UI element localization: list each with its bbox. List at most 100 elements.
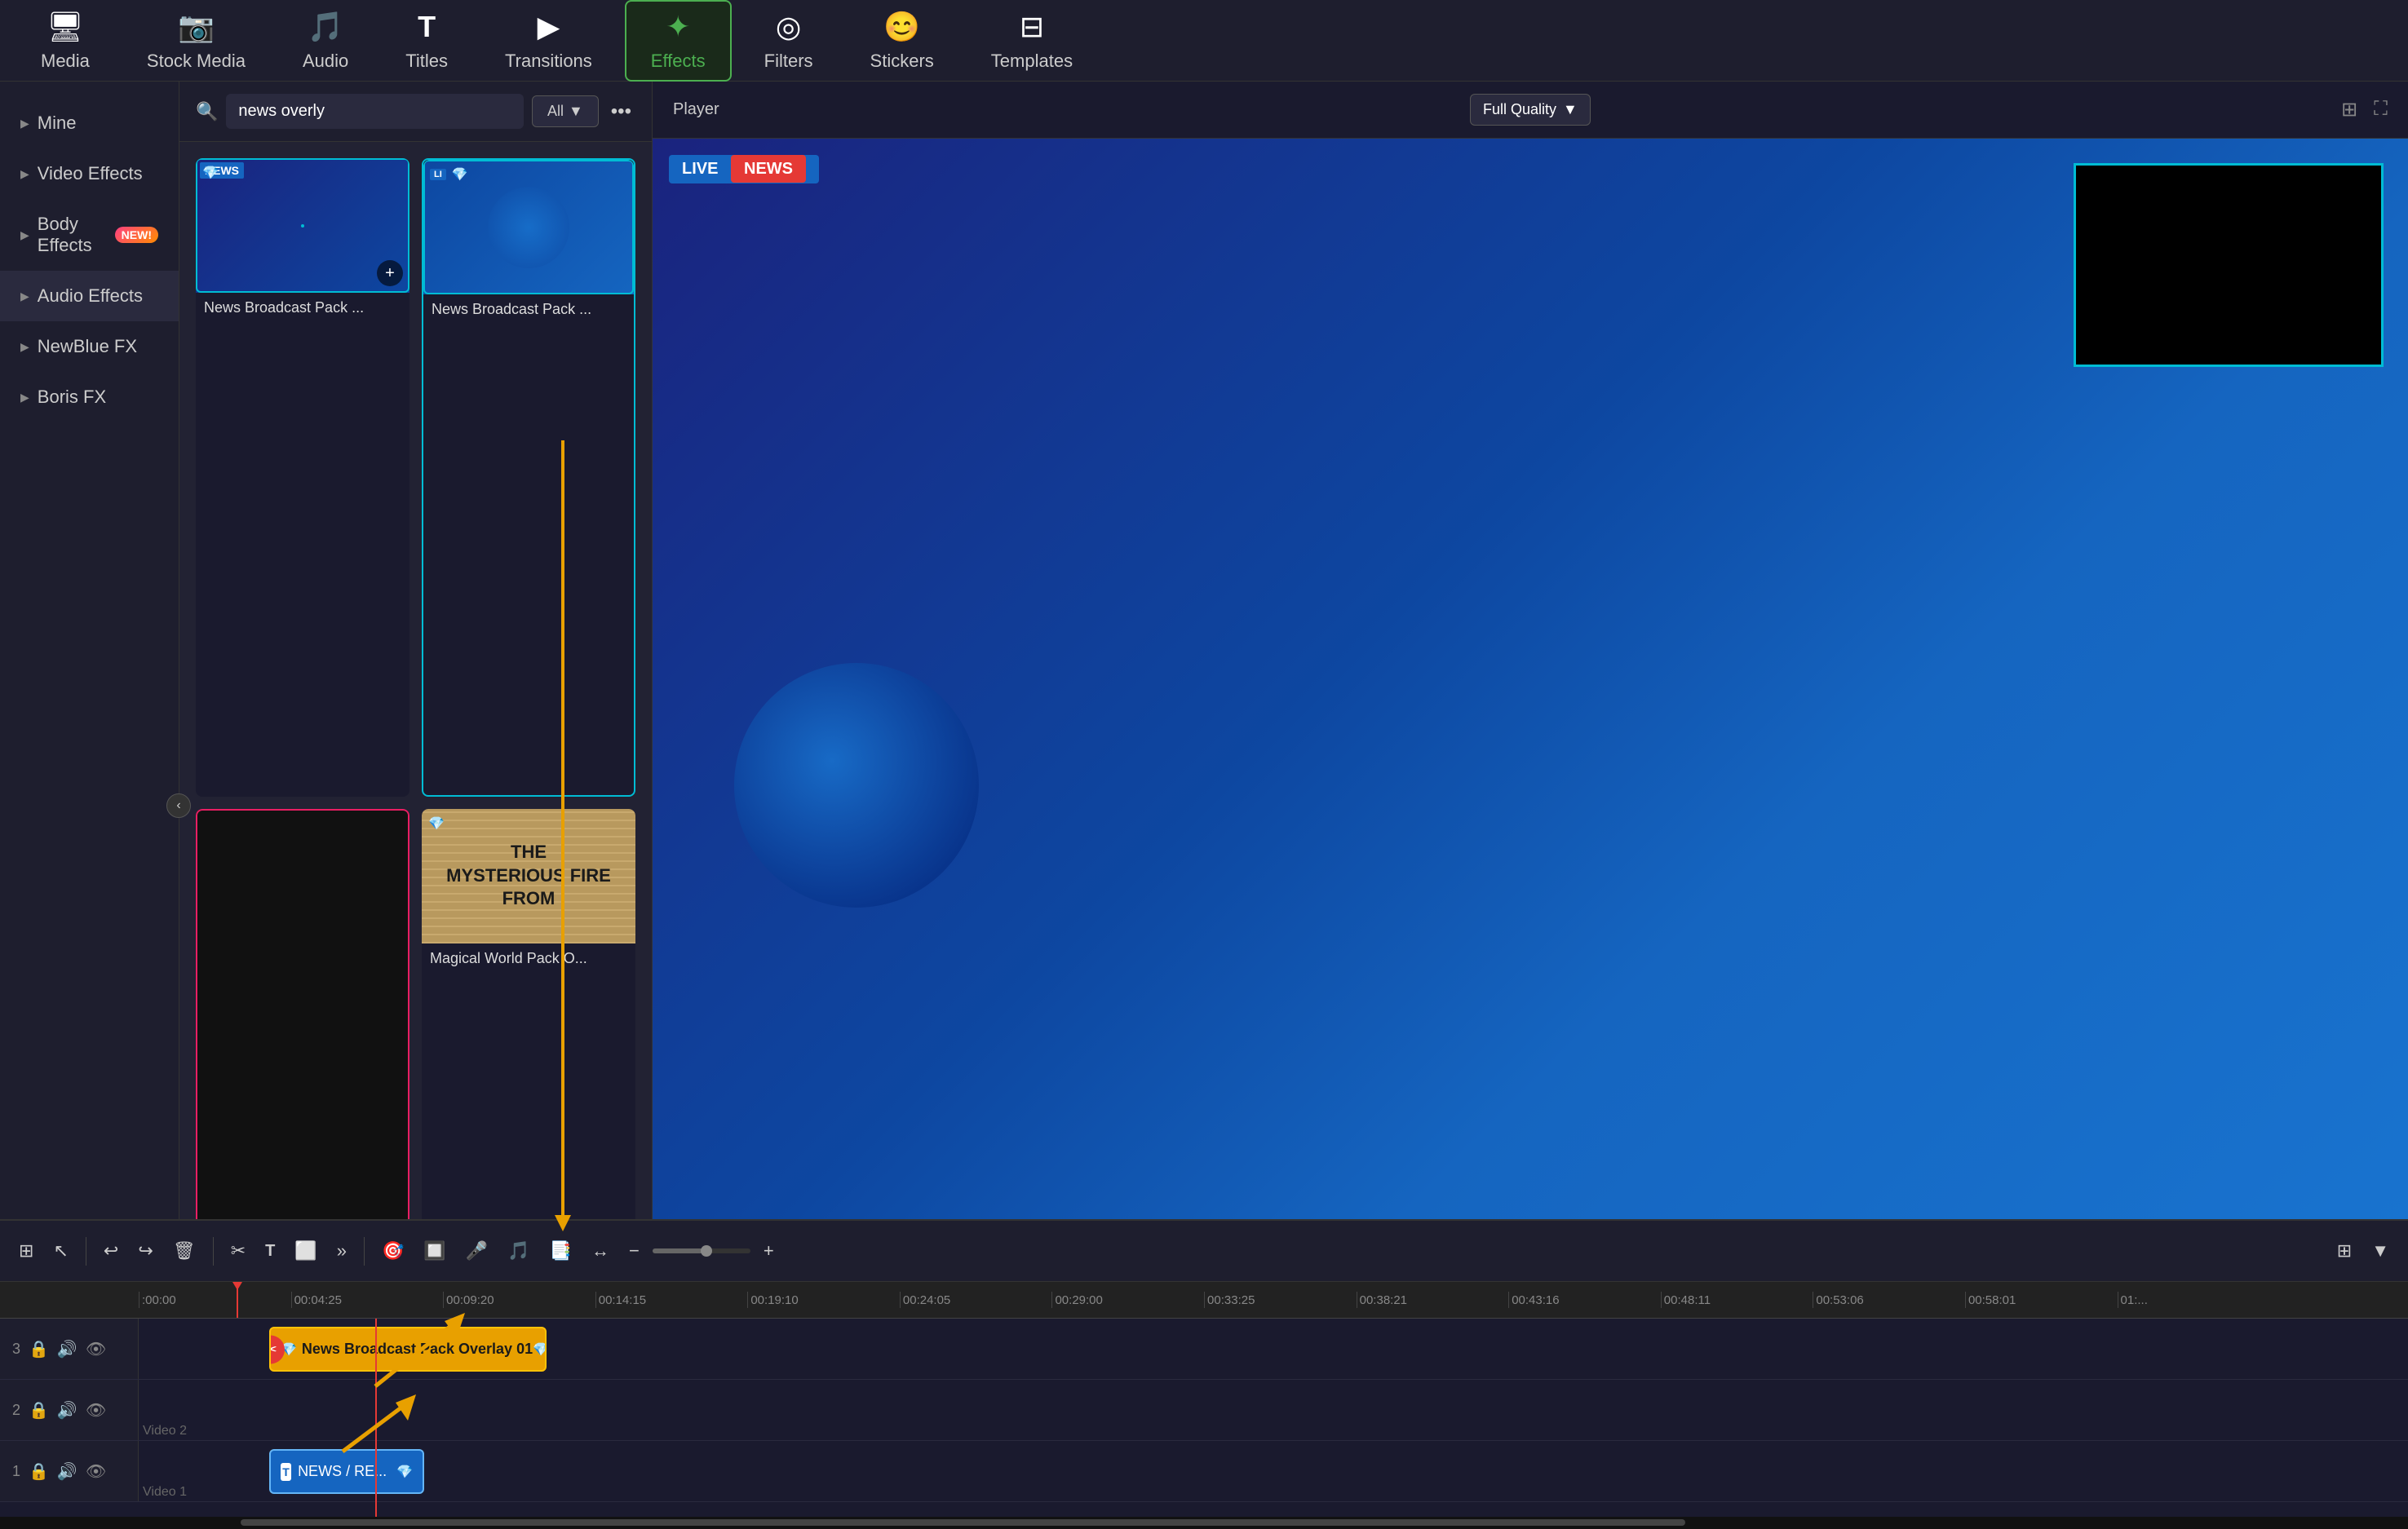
expand-button[interactable]: ▼ — [2365, 1236, 2396, 1266]
ruler-mark-12: 00:58:01 — [1965, 1292, 2118, 1308]
filter-button[interactable]: All ▼ — [532, 95, 599, 127]
player-label: Player — [673, 100, 719, 119]
more-tools-button[interactable]: » — [330, 1236, 353, 1266]
sidebar-item-newblue-fx[interactable]: ▶ NewBlue FX — [0, 321, 179, 372]
nav-stickers[interactable]: 😊 Stickers — [846, 2, 958, 80]
heart-icon: 💎 — [396, 1464, 413, 1480]
nav-filters-label: Filters — [764, 51, 813, 72]
minus-button[interactable]: − — [622, 1236, 646, 1266]
sidebar-audio-effects-label: Audio Effects — [38, 285, 143, 307]
nav-stock-media[interactable]: 📷 Stock Media — [122, 2, 270, 80]
fullscreen-icon[interactable]: ⛶ — [2374, 98, 2388, 122]
effect-thumbnail-magical: THEMYSTERIOUS FIREFROM 💎 — [422, 809, 635, 943]
titles-icon: T — [418, 10, 436, 44]
effect-card-news2[interactable]: LI 💎 News Broadcast Pack ... — [422, 158, 635, 797]
clip-news-text[interactable]: T NEWS / RE... 💎 — [269, 1449, 424, 1494]
search-input[interactable] — [226, 94, 524, 129]
add-button[interactable]: + — [377, 260, 403, 286]
sidebar-item-body-effects[interactable]: ▶ Body Effects NEW! — [0, 199, 179, 271]
sidebar-item-mine[interactable]: ▶ Mine — [0, 98, 179, 148]
plus-button[interactable]: + — [757, 1236, 781, 1266]
sidebar-collapse-button[interactable]: ‹ — [166, 793, 191, 818]
timeline-area: ⊞ ↖ ↩ ↪ 🗑 ✂ T ⬜ » 🎯 🔲 🎤 🎵 📑 ↔ − + ⊞ ▼ : — [0, 1219, 2408, 1529]
search-icon: 🔍 — [196, 101, 218, 122]
sidebar-mine-label: Mine — [38, 113, 77, 134]
effect-label-news2: News Broadcast Pack ... — [423, 294, 634, 325]
timeline-ruler: :00:00 00:04:25 00:09:20 00:14:15 00:19:… — [0, 1282, 2408, 1319]
nav-audio[interactable]: 🎵 Audio — [278, 2, 373, 80]
crop-button[interactable]: ⬜ — [288, 1236, 323, 1266]
text-clip-icon: T — [281, 1463, 291, 1481]
arrow-icon: ▶ — [20, 117, 29, 130]
eye-icon[interactable]: 👁 — [86, 1461, 106, 1482]
templates-icon: ⊟ — [1020, 10, 1044, 44]
grid-icon[interactable]: ⊞ — [2341, 98, 2357, 122]
chevron-down-icon: ▼ — [1563, 101, 1578, 118]
redo-button[interactable]: ↪ — [131, 1236, 159, 1266]
sidebar-item-video-effects[interactable]: ▶ Video Effects — [0, 148, 179, 199]
premium-icon: 💎 — [428, 815, 445, 832]
music-button[interactable]: 🎵 — [501, 1236, 536, 1266]
news-badge: NEWS — [731, 155, 806, 183]
magnet-button[interactable]: 🔲 — [417, 1236, 452, 1266]
lock-icon[interactable]: 🔒 — [29, 1461, 49, 1482]
select-tool-button[interactable]: ↖ — [46, 1236, 74, 1266]
grid-view-button[interactable]: ⊞ — [2331, 1236, 2358, 1266]
lock-icon[interactable]: 🔒 — [29, 1339, 49, 1359]
arrow-icon: ▶ — [20, 391, 29, 404]
track-row-3: 3 🔒 🔊 👁 ✂ 💎 News Broadcast Pack Overlay … — [0, 1319, 2408, 1380]
track-label-2: Video 2 — [143, 1424, 187, 1438]
audio-icon[interactable]: 🔊 — [57, 1339, 77, 1359]
more-options-button[interactable]: ••• — [607, 96, 635, 127]
zoom-thumb[interactable] — [701, 1245, 712, 1257]
newspaper-bg: THEMYSTERIOUS FIREFROM — [422, 809, 635, 943]
nav-media-label: Media — [41, 51, 90, 72]
sidebar-item-boris-fx[interactable]: ▶ Boris FX — [0, 372, 179, 422]
premium-badge: 💎 — [428, 815, 445, 832]
audio-rec-button[interactable]: 🎤 — [459, 1236, 494, 1266]
add-track-button[interactable]: ⊞ — [12, 1236, 40, 1266]
undo-button[interactable]: ↩ — [97, 1236, 125, 1266]
nav-transitions[interactable]: ▶ Transitions — [480, 2, 617, 80]
quality-selector[interactable]: Full Quality ▼ — [1470, 94, 1591, 126]
track-row-2: 2 🔒 🔊 👁 Video 2 — [0, 1380, 2408, 1441]
nav-stickers-label: Stickers — [870, 51, 934, 72]
scrollbar-thumb[interactable] — [241, 1519, 1685, 1526]
ruler-mark-11: 00:53:06 — [1813, 1292, 1965, 1308]
track-number-1: 1 — [12, 1463, 20, 1480]
nav-templates[interactable]: ⊟ Templates — [967, 2, 1097, 80]
layer-button[interactable]: 📑 — [543, 1236, 578, 1266]
sidebar-item-audio-effects[interactable]: ▶ Audio Effects — [0, 271, 179, 321]
cut-button[interactable]: ✂ — [224, 1236, 252, 1266]
nav-effects[interactable]: ✦ Effects — [625, 0, 732, 82]
eye-icon[interactable]: 👁 — [86, 1400, 106, 1421]
playhead[interactable] — [237, 1282, 238, 1319]
track-controls-2: 2 🔒 🔊 👁 — [0, 1380, 139, 1440]
nav-stock-media-label: Stock Media — [147, 51, 246, 72]
nav-media[interactable]: 🖥 Media — [16, 2, 114, 80]
zoom-track[interactable] — [653, 1248, 750, 1253]
audio-icon[interactable]: 🔊 — [57, 1461, 77, 1482]
audio-icon[interactable]: 🔊 — [57, 1400, 77, 1421]
delete-button[interactable]: 🗑 — [166, 1236, 202, 1266]
live-text: LIVE — [682, 160, 718, 178]
stock-media-icon: 📷 — [178, 10, 215, 44]
player-header: Player Full Quality ▼ ⊞ ⛶ — [653, 82, 2408, 139]
timeline-scrollbar[interactable] — [0, 1517, 2408, 1529]
eye-icon[interactable]: 👁 — [86, 1339, 106, 1359]
effect-card-news1[interactable]: NEWS 💎 + News Broadcast Pack ... — [196, 158, 409, 797]
lock-icon[interactable]: 🔒 — [29, 1400, 49, 1421]
ruler-mark-5: 00:24:05 — [900, 1292, 1052, 1308]
text-button[interactable]: T — [259, 1238, 281, 1265]
ruler-mark-7: 00:33:25 — [1204, 1292, 1357, 1308]
snap-button[interactable]: 🎯 — [375, 1236, 410, 1266]
effect-label-magical: Magical World Pack O... — [422, 943, 635, 974]
nav-titles[interactable]: T Titles — [381, 2, 472, 80]
transition-button[interactable]: ↔ — [585, 1236, 616, 1266]
sidebar-video-effects-label: Video Effects — [38, 163, 143, 184]
newspaper-text: THEMYSTERIOUS FIREFROM — [446, 841, 611, 911]
track-number-2: 2 — [12, 1402, 20, 1419]
clip-news-broadcast[interactable]: ✂ 💎 News Broadcast Pack Overlay 01 💎 — [269, 1327, 547, 1372]
nav-filters[interactable]: ◎ Filters — [740, 2, 838, 80]
ruler-mark-4: 00:19:10 — [747, 1292, 900, 1308]
